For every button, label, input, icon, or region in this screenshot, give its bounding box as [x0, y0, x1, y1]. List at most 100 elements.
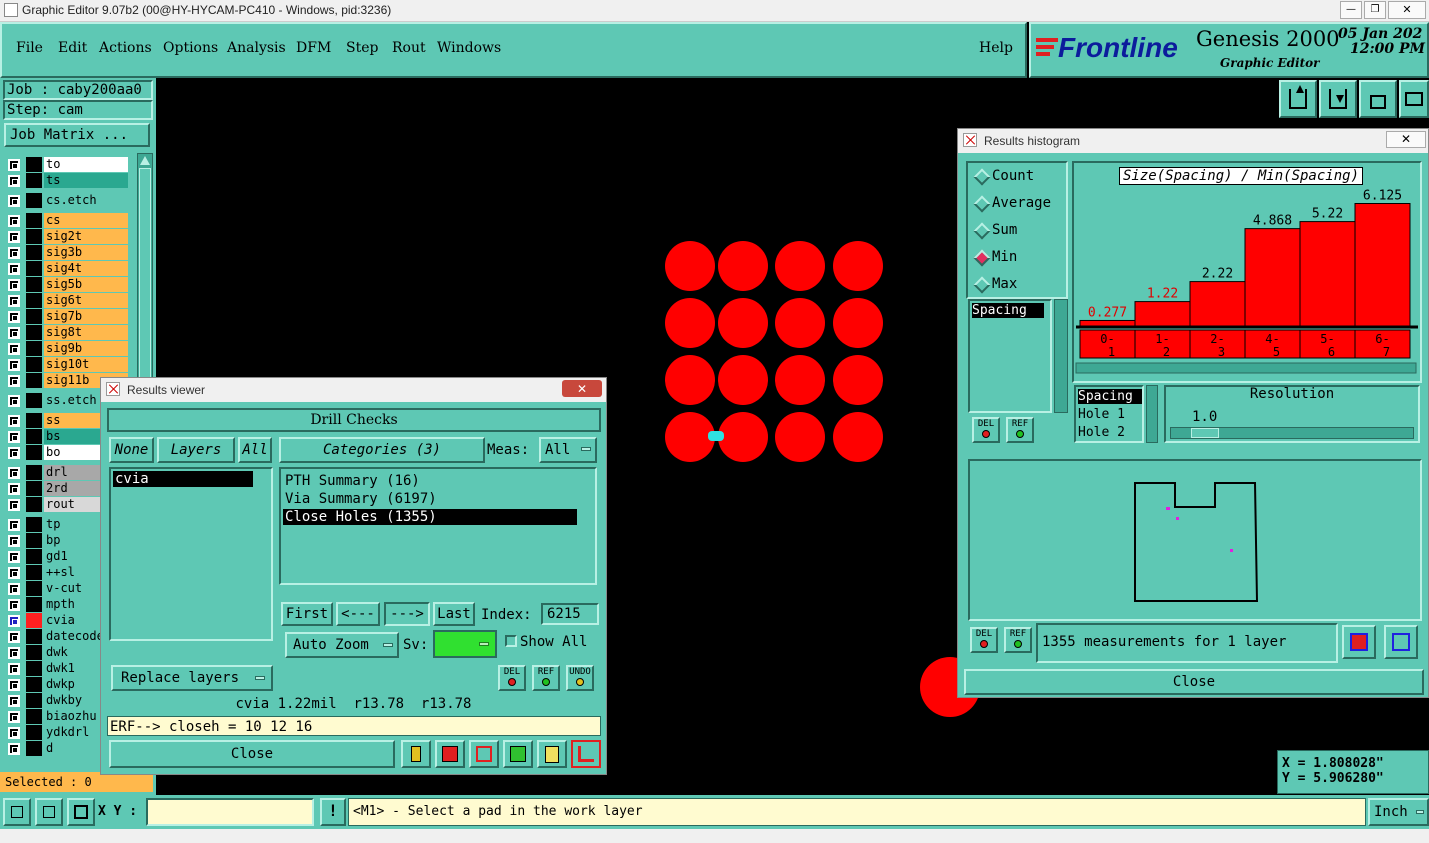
layer-name[interactable]: sig5b	[44, 277, 128, 292]
histogram-close-x[interactable]: ✕	[1386, 131, 1426, 148]
histogram-bar[interactable]	[1189, 281, 1246, 327]
next-button[interactable]: --->	[384, 602, 430, 626]
layer-checkbox[interactable]	[8, 631, 20, 643]
layer-work-indicator[interactable]	[26, 193, 42, 208]
restore-button[interactable]: ❐	[1364, 1, 1386, 19]
alert-icon[interactable]: !	[320, 798, 346, 826]
layer-work-indicator[interactable]	[26, 613, 42, 628]
histogram-list-scrollbar[interactable]	[1054, 299, 1068, 413]
layer-checkbox[interactable]	[8, 343, 20, 355]
pad[interactable]	[833, 241, 883, 291]
last-button[interactable]: Last	[433, 602, 475, 626]
layer-checkbox[interactable]	[8, 395, 20, 407]
prev-button[interactable]: <---	[336, 602, 380, 626]
layer-name[interactable]: ts	[44, 173, 128, 188]
layer-row[interactable]: sig7b	[4, 309, 134, 325]
layer-row[interactable]: sig2t	[4, 229, 134, 245]
layer-row[interactable]: sig3b	[4, 245, 134, 261]
pad[interactable]	[833, 412, 883, 462]
layer-row[interactable]: cs.etch	[4, 193, 134, 209]
layer-checkbox[interactable]	[8, 295, 20, 307]
histogram-bar[interactable]	[1354, 203, 1411, 327]
layer-checkbox[interactable]	[8, 215, 20, 227]
layer-checkbox[interactable]	[8, 679, 20, 691]
pad[interactable]	[775, 355, 825, 405]
pad[interactable]	[718, 412, 768, 462]
warning-icon[interactable]	[401, 740, 431, 768]
menu-dfm[interactable]: DFM	[296, 40, 331, 56]
layer-name[interactable]: sig10t	[44, 357, 128, 372]
highlight-icon[interactable]	[435, 740, 465, 768]
pad[interactable]	[665, 241, 715, 291]
layer-work-indicator[interactable]	[26, 173, 42, 188]
layer-checkbox[interactable]	[8, 711, 20, 723]
pad[interactable]	[718, 355, 768, 405]
menu-edit[interactable]: Edit	[58, 40, 87, 56]
results-viewer-close-button[interactable]: Close	[109, 740, 395, 768]
zoom-histogram-icon[interactable]	[1342, 625, 1376, 659]
layer-work-indicator[interactable]	[26, 629, 42, 644]
layers-listbox[interactable]: cvia	[109, 467, 273, 641]
pad[interactable]	[665, 355, 715, 405]
layer-checkbox[interactable]	[8, 263, 20, 275]
layer-name[interactable]: sig3b	[44, 245, 128, 260]
param-item[interactable]: Hole 1	[1078, 407, 1125, 422]
layer-checkbox[interactable]	[8, 567, 20, 579]
layer-checkbox[interactable]	[8, 175, 20, 187]
layer-checkbox[interactable]	[8, 247, 20, 259]
show-all-checkbox[interactable]	[505, 635, 517, 647]
layers-list-item[interactable]: cvia	[113, 471, 253, 487]
layer-work-indicator[interactable]	[26, 293, 42, 308]
layer-work-indicator[interactable]	[26, 357, 42, 372]
histogram-ref-button[interactable]: REF	[1006, 417, 1034, 443]
layer-work-indicator[interactable]	[26, 157, 42, 172]
layer-work-indicator[interactable]	[26, 581, 42, 596]
layer-work-indicator[interactable]	[26, 565, 42, 580]
menu-file[interactable]: File	[16, 40, 43, 56]
replace-layers-select[interactable]: Replace layers	[111, 665, 273, 691]
layer-checkbox[interactable]	[8, 743, 20, 755]
layer-row[interactable]: ts	[4, 173, 134, 189]
layer-name[interactable]: sig6t	[44, 293, 128, 308]
layer-work-indicator[interactable]	[26, 325, 42, 340]
layer-checkbox[interactable]	[8, 663, 20, 675]
menu-rout[interactable]: Rout	[392, 40, 426, 56]
chart-scrollbar[interactable]	[1075, 362, 1417, 374]
layer-checkbox[interactable]	[8, 615, 20, 627]
menu-windows[interactable]: Windows	[437, 40, 501, 56]
layer-work-indicator[interactable]	[26, 393, 42, 408]
home-icon[interactable]	[1359, 80, 1397, 118]
histogram-close-button[interactable]: Close	[964, 669, 1424, 695]
preview-del-button[interactable]: DEL	[970, 627, 998, 653]
layer-checkbox[interactable]	[8, 431, 20, 443]
category-item[interactable]: Via Summary (6197)	[285, 491, 437, 507]
layer-work-indicator[interactable]	[26, 597, 42, 612]
pad[interactable]	[718, 298, 768, 348]
zoom-fit-icon[interactable]	[3, 798, 31, 826]
menu-options[interactable]: Options	[163, 40, 218, 56]
pad[interactable]	[775, 412, 825, 462]
layer-name[interactable]: cs	[44, 213, 128, 228]
layer-name[interactable]: sig4t	[44, 261, 128, 276]
histogram-list[interactable]: Spacing	[968, 299, 1052, 413]
layer-work-indicator[interactable]	[26, 709, 42, 724]
xy-input[interactable]	[146, 798, 314, 826]
layers-all-button[interactable]: All	[238, 437, 272, 463]
zoom-area-icon[interactable]	[35, 798, 63, 826]
pad[interactable]	[775, 241, 825, 291]
params-scrollbar[interactable]	[1146, 385, 1158, 443]
download-icon[interactable]	[1319, 80, 1357, 118]
first-button[interactable]: First	[281, 602, 333, 626]
layer-checkbox[interactable]	[8, 583, 20, 595]
layer-checkbox[interactable]	[8, 447, 20, 459]
layer-checkbox[interactable]	[8, 519, 20, 531]
pad[interactable]	[775, 298, 825, 348]
category-item-selected[interactable]: Close Holes (1355)	[283, 509, 577, 525]
layer-checkbox[interactable]	[8, 231, 20, 243]
layer-checkbox[interactable]	[8, 375, 20, 387]
menu-help[interactable]: Help	[979, 40, 1013, 56]
menu-analysis[interactable]: Analysis	[227, 40, 286, 56]
pad[interactable]	[833, 298, 883, 348]
histogram-bar[interactable]	[1244, 228, 1301, 327]
layer-row[interactable]: sig8t	[4, 325, 134, 341]
